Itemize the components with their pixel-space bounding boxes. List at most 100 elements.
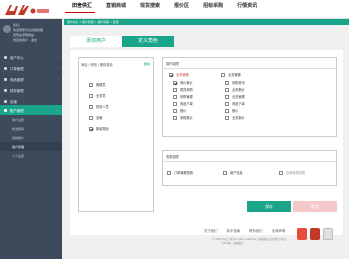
sidebar-item-products[interactable]: 商品管理 › xyxy=(0,74,62,84)
view-permissions-title: 查看权限 xyxy=(166,155,179,159)
permission-item[interactable]: 现货采购 xyxy=(173,87,193,92)
chevron-right-icon: › xyxy=(57,55,59,59)
permission-checkbox[interactable] xyxy=(173,115,177,120)
permission-label: 业务报价 xyxy=(232,116,245,120)
nav-item-4[interactable]: 招标采购 xyxy=(196,0,230,19)
permission-item[interactable]: 商品下单 xyxy=(173,101,193,106)
view-permissions-panel: 查看权限 订单管理查看 用户信息 查看管理权限 xyxy=(162,150,337,186)
view-permission-checkbox[interactable] xyxy=(223,170,227,175)
permission-item[interactable]: 业务管理 xyxy=(169,72,189,77)
permission-checkbox[interactable] xyxy=(225,94,229,99)
view-permission-item[interactable]: 订单管理查看 xyxy=(167,170,193,175)
trust-badge-icon xyxy=(323,228,333,240)
nav-active-indicator xyxy=(65,12,95,13)
permission-label: 报价 xyxy=(180,109,187,113)
view-permission-label: 查看管理权限 xyxy=(286,171,306,175)
permission-item[interactable]: 采购管理 xyxy=(173,94,193,99)
permission-checkbox[interactable] xyxy=(225,101,229,106)
permission-checkbox[interactable] xyxy=(221,72,225,77)
footer-link[interactable]: 法律声明 xyxy=(272,228,286,233)
permission-item[interactable]: 业务管理 xyxy=(221,72,241,77)
security-badge-icon xyxy=(310,228,320,240)
view-permission-checkbox[interactable] xyxy=(167,170,171,175)
permission-item[interactable]: 业务管理 xyxy=(225,94,245,99)
view-permission-label: 订单管理查看 xyxy=(174,171,194,175)
nav-item-5[interactable]: 行情资讯 xyxy=(230,0,264,19)
view-permission-item[interactable]: 查看管理权限 xyxy=(279,170,305,175)
permission-item[interactable]: 竞价报价 xyxy=(173,80,193,85)
sidebar-item-user-center[interactable]: 用户中心 › xyxy=(0,52,62,62)
nav-item-3[interactable]: 报价区 xyxy=(167,0,196,19)
user-role-logout[interactable]: 供应商用户 · 退出 xyxy=(13,38,37,42)
role-checkbox[interactable] xyxy=(89,82,93,87)
order-icon xyxy=(4,66,7,70)
role-label: 管理员 xyxy=(96,83,106,87)
breadcrumb: 用户中心 > 账户管理 > 用户管理 > 权限 xyxy=(64,19,349,25)
delete-role-link[interactable]: 删除 xyxy=(144,62,150,66)
save-button[interactable]: 保存 xyxy=(247,201,291,212)
permission-item[interactable]: 采购资讯 xyxy=(225,80,245,85)
role-list-header: 添加 / 修改 / 删除角色 xyxy=(81,63,113,67)
footer-link[interactable]: 联系我们 xyxy=(249,228,263,233)
chevron-right-icon: › xyxy=(57,99,59,103)
permission-checkbox[interactable] xyxy=(173,94,177,99)
avatar xyxy=(3,25,11,33)
role-checkbox[interactable] xyxy=(89,104,93,109)
permission-checkbox[interactable] xyxy=(225,87,229,92)
nav-item-1[interactable]: 直销商城 xyxy=(99,0,133,19)
operation-permissions-panel: 操作权限 业务管理 竞价报价 现货采购 采购管理 商品下单 报价 采购报价 业务管理 采购资讯业… xyxy=(162,57,337,137)
role-checkbox[interactable] xyxy=(89,126,93,131)
sidebar-sub-personal-settings[interactable]: 个人设置 xyxy=(0,151,62,160)
role-item[interactable]: 新增角色 xyxy=(89,126,109,131)
view-permission-checkbox[interactable] xyxy=(279,170,283,175)
permission-checkbox[interactable] xyxy=(173,101,177,106)
cancel-button[interactable]: 取消 xyxy=(293,201,337,212)
permission-checkbox[interactable] xyxy=(169,72,173,77)
role-checkbox[interactable] xyxy=(89,115,93,120)
permission-checkbox[interactable] xyxy=(225,108,229,113)
permission-checkbox[interactable] xyxy=(225,115,229,120)
sidebar-sub-user-management[interactable]: 用户管理 xyxy=(0,142,62,151)
sidebar-item-orders[interactable]: 订单管理 › xyxy=(0,63,62,73)
permission-checkbox[interactable] xyxy=(173,108,177,113)
role-label: 新增角色 xyxy=(96,127,109,131)
role-label: 业务员 xyxy=(96,94,106,98)
permission-checkbox[interactable] xyxy=(173,80,177,85)
nav-item-2[interactable]: 现货搜索 xyxy=(133,0,167,19)
finance-icon xyxy=(4,88,7,92)
shop-icon xyxy=(4,99,7,103)
sidebar-sub-my-account[interactable]: 我的账户 xyxy=(0,133,62,142)
permission-checkbox[interactable] xyxy=(225,80,229,85)
permission-item[interactable]: 报价 xyxy=(225,108,238,113)
permission-item[interactable]: 业务报价 xyxy=(225,115,245,120)
operation-permissions-title: 操作权限 xyxy=(166,62,179,66)
permission-item[interactable]: 采购报价 xyxy=(173,115,193,120)
role-item[interactable]: 管理员 xyxy=(89,82,106,87)
role-checkbox[interactable] xyxy=(89,93,93,98)
role-item[interactable]: 总裁 xyxy=(89,115,102,120)
permission-label: 业务管理 xyxy=(232,95,245,99)
sidebar-sub-change-password[interactable]: 修改密码 xyxy=(0,124,62,133)
permission-label: 采购报价 xyxy=(180,116,193,120)
permission-label: 采购管理 xyxy=(180,95,193,99)
view-permission-item[interactable]: 用户信息 xyxy=(223,170,243,175)
role-label: 财务人员 xyxy=(96,105,109,109)
chevron-right-icon: › xyxy=(57,88,59,92)
permission-item[interactable]: 报价 xyxy=(173,108,186,113)
permission-label: 竞价报价 xyxy=(180,81,193,85)
role-item[interactable]: 财务人员 xyxy=(89,104,109,109)
brand-logo[interactable] xyxy=(3,2,51,18)
footer-link[interactable]: 新手指南 xyxy=(227,228,241,233)
footer-link[interactable]: 关于我们 xyxy=(204,228,218,233)
sidebar-sub-user-settings[interactable]: 用户设置 xyxy=(0,115,62,124)
permission-checkbox[interactable] xyxy=(173,87,177,92)
sidebar-item-account[interactable]: 账户管理 ⌄ xyxy=(0,105,62,115)
permission-item[interactable]: 商品下单 xyxy=(225,101,245,106)
footer-links: 关于我们 新手指南 联系我们 法律声明 xyxy=(204,228,294,233)
permission-item[interactable]: 业务报价 xyxy=(225,87,245,92)
tab-add-user[interactable]: 添加用户 xyxy=(70,36,122,47)
tab-define-role[interactable]: 定义角色 xyxy=(122,36,174,47)
sidebar-item-finance[interactable]: 财务管理 › xyxy=(0,85,62,95)
nav-item-0[interactable]: 田舍供汇 xyxy=(65,0,99,19)
role-item[interactable]: 业务员 xyxy=(89,93,106,98)
